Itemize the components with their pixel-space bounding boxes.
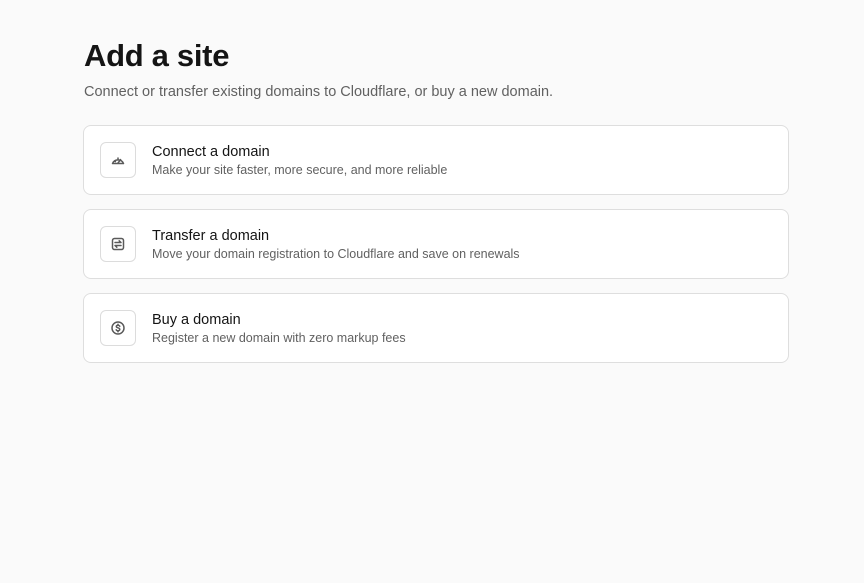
transfer-arrows-icon xyxy=(100,226,136,262)
page-subtitle: Connect or transfer existing domains to … xyxy=(84,84,554,100)
page-title: Add a site xyxy=(84,38,230,73)
option-title: Transfer a domain xyxy=(152,227,270,244)
dollar-coin-icon xyxy=(100,310,136,346)
option-title: Buy a domain xyxy=(152,311,241,328)
option-description: Register a new domain with zero markup f… xyxy=(152,330,406,345)
transfer-domain-option[interactable]: Transfer a domain Move your domain regis… xyxy=(83,209,789,279)
option-text: Connect a domain Make your site faster, … xyxy=(152,143,447,178)
site-options-list: Connect a domain Make your site faster, … xyxy=(83,125,789,377)
speedometer-icon xyxy=(100,142,136,178)
page-header: Add a site Connect or transfer existing … xyxy=(84,36,553,102)
add-site-page: Add a site Connect or transfer existing … xyxy=(0,0,864,583)
option-description: Make your site faster, more secure, and … xyxy=(152,162,448,177)
option-text: Buy a domain Register a new domain with … xyxy=(152,311,406,346)
option-description: Move your domain registration to Cloudfl… xyxy=(152,246,520,261)
option-text: Transfer a domain Move your domain regis… xyxy=(152,227,520,262)
option-title: Connect a domain xyxy=(152,143,270,160)
buy-domain-option[interactable]: Buy a domain Register a new domain with … xyxy=(83,293,789,363)
connect-domain-option[interactable]: Connect a domain Make your site faster, … xyxy=(83,125,789,195)
